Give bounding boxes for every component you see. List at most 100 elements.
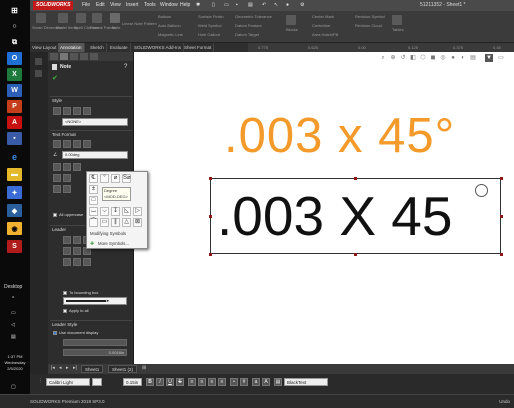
- format-painter-icon[interactable]: [92, 13, 102, 23]
- acrobat-icon[interactable]: A: [7, 116, 22, 129]
- align-left-button[interactable]: ≡: [188, 378, 196, 386]
- leader-icon-5[interactable]: [73, 247, 81, 255]
- weld-symbol-button[interactable]: Weld Symbol: [198, 23, 222, 28]
- menu-tools[interactable]: Tools: [144, 2, 156, 8]
- tab-add-ins[interactable]: SOLIDWORKS Add-Ins: [132, 43, 185, 52]
- edit-appearance-icon[interactable]: ●: [449, 54, 457, 62]
- select-icon[interactable]: ↖: [274, 2, 278, 8]
- hole-callout-button[interactable]: Hole Callout: [198, 32, 220, 37]
- leader-icon-9[interactable]: [83, 258, 91, 266]
- note-drag-handle[interactable]: [475, 184, 488, 197]
- symbol-degree[interactable]: °: [100, 174, 109, 183]
- app-icon[interactable]: ▪: [7, 132, 22, 145]
- bullets-button[interactable]: •: [230, 378, 238, 386]
- options-icon[interactable]: ⚙: [300, 2, 304, 8]
- datum-target-button[interactable]: Datum Target: [235, 32, 259, 37]
- surface-finish-button[interactable]: Surface Finish: [198, 14, 224, 19]
- symbol-triangle[interactable]: △: [122, 218, 131, 227]
- menu-insert[interactable]: Insert: [126, 2, 139, 8]
- stack-note-icon[interactable]: [53, 185, 61, 193]
- units-label[interactable]: Undo: [499, 399, 510, 404]
- symbol-counterbore[interactable]: ⌴: [89, 207, 98, 216]
- tab-view-layout[interactable]: View Layout: [30, 43, 60, 52]
- sheet-tab-2[interactable]: Sheet1 (2): [108, 365, 138, 373]
- section-view-icon[interactable]: ◧: [409, 54, 417, 62]
- menu-window[interactable]: Window: [160, 2, 178, 8]
- style-select[interactable]: <NONE>: [62, 118, 128, 126]
- display-style-icon[interactable]: ◼: [429, 54, 437, 62]
- new-document-icon[interactable]: ▯: [212, 2, 215, 8]
- dimxpert-tab-icon[interactable]: [80, 53, 88, 60]
- leader-icon-7[interactable]: [63, 258, 71, 266]
- strikethrough-button[interactable]: S: [176, 378, 184, 386]
- numbering-button[interactable]: #: [240, 378, 248, 386]
- resize-handle-top-right[interactable]: [500, 177, 503, 180]
- justify-button[interactable]: ≡: [218, 378, 226, 386]
- more-symbols-link[interactable]: More Symbols...: [98, 241, 129, 246]
- previous-view-icon[interactable]: ↺: [399, 54, 407, 62]
- resize-handle-bottom-right[interactable]: [500, 253, 503, 256]
- line-thickness-select[interactable]: 0.0018in: [63, 349, 127, 356]
- align-justify-icon[interactable]: [83, 140, 91, 148]
- resize-handle-top[interactable]: [354, 177, 357, 180]
- style-icon-3[interactable]: [73, 107, 81, 115]
- use-document-display-checkbox[interactable]: [53, 331, 57, 335]
- resize-handle-left[interactable]: [209, 215, 212, 218]
- font-size-points[interactable]: [92, 378, 102, 386]
- align-right-icon[interactable]: [73, 140, 81, 148]
- font-size-input[interactable]: 0.15in: [123, 378, 142, 386]
- file-explorer-icon[interactable]: ▬: [7, 168, 22, 181]
- color-button[interactable]: A: [262, 378, 270, 386]
- symbol-diameter[interactable]: ⌀: [111, 174, 120, 183]
- tables-button[interactable]: Tables: [392, 27, 404, 32]
- sheet-tab-1[interactable]: Sheet1: [81, 365, 104, 373]
- apply-to-all-checkbox[interactable]: [63, 309, 67, 313]
- area-hatch-button[interactable]: Area Hatch/Fill: [312, 32, 338, 37]
- centerline-button[interactable]: Centerline: [312, 23, 330, 28]
- align-center-button[interactable]: ≡: [198, 378, 206, 386]
- resize-handle-right[interactable]: [500, 215, 503, 218]
- align-left-icon[interactable]: [53, 140, 61, 148]
- view-orientation-icon[interactable]: ⬡: [419, 54, 427, 62]
- feature-tree-tab-icon[interactable]: [50, 53, 58, 60]
- datum-note-icon[interactable]: [63, 185, 71, 193]
- lock-symbol-icon[interactable]: [53, 174, 61, 182]
- rebuild-icon[interactable]: ●: [286, 2, 289, 8]
- underline-button[interactable]: U: [166, 378, 174, 386]
- all-uppercase-checkbox[interactable]: [53, 213, 57, 217]
- symbol-depth[interactable]: ↧: [111, 207, 120, 216]
- arrow-style-select[interactable]: ►: [63, 297, 127, 305]
- menu-edit[interactable]: Edit: [96, 2, 105, 8]
- filter-icon[interactable]: ▼: [485, 54, 493, 62]
- chrome-icon[interactable]: ◉: [7, 222, 22, 235]
- cortana-icon[interactable]: ○: [7, 20, 22, 33]
- ok-check-icon[interactable]: ✔: [52, 74, 58, 82]
- symbol-countersink[interactable]: ⌵: [100, 207, 109, 216]
- task-view-icon[interactable]: ⧉: [7, 36, 22, 49]
- smart-dimension-icon[interactable]: [36, 13, 46, 23]
- smart-dimension-button[interactable]: Smart Dimension: [32, 25, 63, 30]
- symbol-arc[interactable]: ⌒: [89, 218, 98, 227]
- symbol-taper[interactable]: ▷: [133, 207, 142, 216]
- model-items-icon[interactable]: [58, 13, 68, 23]
- font-select[interactable]: Calibri Light: [46, 378, 90, 386]
- linear-note-pattern-button[interactable]: Linear Note Pattern: [122, 21, 157, 26]
- windows-start-icon[interactable]: ⊞: [7, 4, 22, 17]
- align-center-icon[interactable]: [63, 140, 71, 148]
- display-tab-icon[interactable]: [90, 53, 98, 60]
- next-sheet-icon[interactable]: ▸: [66, 365, 69, 371]
- print-icon[interactable]: ▤: [248, 2, 253, 8]
- system-clock[interactable]: 1:37 PM Wednesday 2/5/2020: [0, 354, 30, 372]
- chevron-up-icon[interactable]: ^: [12, 296, 14, 302]
- undo-icon[interactable]: ↶: [262, 2, 266, 8]
- note-button[interactable]: Note: [112, 25, 120, 30]
- symbol-centerline[interactable]: ℄: [89, 174, 98, 183]
- menu-file[interactable]: File: [82, 2, 90, 8]
- volume-icon[interactable]: ◁: [11, 322, 15, 328]
- line-style-select[interactable]: [63, 339, 127, 346]
- note-editing-text[interactable]: .003 X 45: [217, 183, 452, 249]
- app3-icon[interactable]: ◆: [7, 204, 22, 217]
- notification-icon[interactable]: ▢: [11, 384, 16, 390]
- symbol-parallel[interactable]: ∥: [111, 218, 120, 227]
- open-icon[interactable]: ▭: [224, 2, 229, 8]
